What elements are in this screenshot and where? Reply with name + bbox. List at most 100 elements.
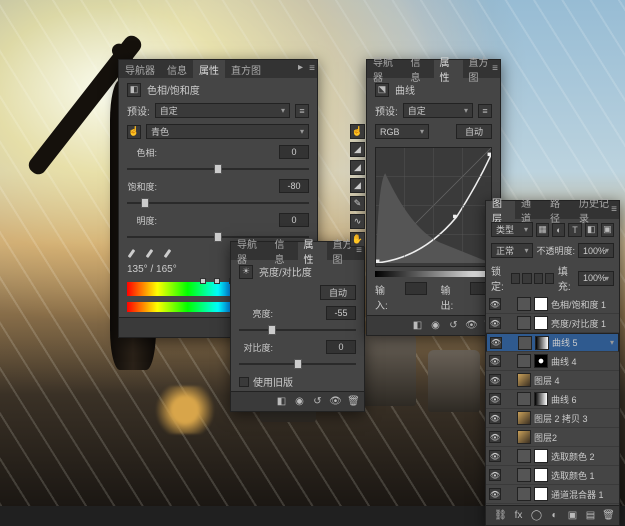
tab-channels[interactable]: 通道 [515,201,544,219]
layer-row[interactable]: 👁 通道混合器 1 [486,485,619,504]
preset-menu-icon[interactable]: ≡ [295,104,309,118]
panel-menu-icon[interactable]: ≡ [611,204,617,215]
eye-icon[interactable]: 👁 [489,412,501,424]
tab-info[interactable]: 信息 [269,242,298,260]
link-layers-icon[interactable]: ⛓ [494,509,507,522]
layer-row[interactable]: 👁 图层 2 拷贝 3 [486,409,619,428]
mask-icon[interactable]: ◯ [530,509,543,522]
color-range-select[interactable]: 青色 [146,124,309,139]
mask-thumb[interactable] [535,336,549,350]
brightness-slider[interactable] [239,324,356,336]
contrast-value[interactable]: 0 [326,340,356,354]
lock-transparent-icon[interactable] [511,273,520,284]
trash-icon[interactable]: 🗑 [602,509,615,522]
layer-name[interactable]: 图层2 [534,431,616,444]
targeted-icon[interactable]: ☝ [350,124,365,139]
clip-icon[interactable]: ◧ [411,319,424,332]
layer-row[interactable]: 👁 图层 4 [486,371,619,390]
layer-thumb[interactable] [518,336,532,350]
tab-histogram[interactable]: 直方图 [225,60,267,78]
brightness-value[interactable]: -55 [326,306,356,320]
layer-thumb[interactable] [517,468,531,482]
tab-layers[interactable]: 图层 [486,201,515,219]
mask-thumb[interactable] [534,354,548,368]
layer-row[interactable]: 👁 曲线 5 [486,333,619,352]
tab-navigator[interactable]: 导航器 [119,60,161,78]
eyedropper-gray-icon[interactable]: ◢ [350,160,365,175]
mask-thumb[interactable] [534,392,548,406]
targeted-adjust-icon[interactable]: ☝ [127,125,141,139]
new-layer-icon[interactable]: ▤ [584,509,597,522]
layer-thumb[interactable] [517,449,531,463]
hand-icon[interactable]: ✋ [350,232,365,247]
hue-slider[interactable] [127,163,309,175]
contrast-slider[interactable] [239,358,356,370]
clip-icon[interactable]: ◧ [275,395,288,408]
layer-name[interactable]: 图层 2 拷贝 3 [534,412,616,425]
input-value[interactable] [405,282,427,295]
tab-properties[interactable]: 属性 [434,60,463,78]
layer-row[interactable]: 👁曲线 4 [486,352,619,371]
layer-thumb[interactable] [517,487,531,501]
layer-row[interactable]: 👁曲线 6 [486,390,619,409]
eye-icon[interactable]: 👁 [489,374,501,386]
layer-row[interactable]: 👁 选取颜色 1 [486,466,619,485]
lock-pixels-icon[interactable] [522,273,531,284]
fill-select[interactable]: 100% [578,271,614,286]
view-previous-icon[interactable]: ◉ [429,319,442,332]
mask-thumb[interactable] [534,468,548,482]
eye-icon[interactable]: 👁 [489,488,501,500]
layer-name[interactable]: 通道混合器 1 [551,488,616,501]
lock-position-icon[interactable] [534,273,543,284]
adjustment-icon[interactable]: ◐ [548,509,561,522]
toggle-visibility-icon[interactable]: 👁 [329,395,342,408]
eye-icon[interactable]: 👁 [489,298,501,310]
layer-name[interactable]: 选取颜色 2 [551,450,616,463]
eye-icon[interactable]: 👁 [489,317,501,329]
eye-icon[interactable]: 👁 [489,450,501,462]
saturation-slider[interactable] [127,197,309,209]
tab-properties[interactable]: 属性 [193,60,225,78]
panel-menu-icon[interactable]: ≡ [492,63,498,74]
layer-name[interactable]: 曲线 6 [551,393,616,406]
layer-name[interactable]: 图层 4 [534,374,616,387]
preset-select[interactable]: 自定 [403,103,473,118]
lock-all-icon[interactable] [545,273,554,284]
layer-row[interactable]: 👁 亮度/对比度 1 [486,314,619,333]
layer-name[interactable]: 曲线 5 [552,336,615,349]
layer-thumb[interactable] [517,411,531,425]
layer-thumb[interactable] [517,392,531,406]
eyedropper-subtract-icon[interactable] [163,248,177,262]
opacity-select[interactable]: 100% [578,243,614,258]
trash-icon[interactable]: 🗑 [347,395,360,408]
tab-properties[interactable]: 属性 [298,242,327,260]
mask-thumb[interactable] [534,449,548,463]
legacy-checkbox[interactable] [239,377,249,387]
tab-info[interactable]: 信息 [161,60,193,78]
tab-navigator[interactable]: 导航器 [367,60,405,78]
eyedropper-white-icon[interactable]: ◢ [350,178,365,193]
eyedropper-add-icon[interactable] [145,248,159,262]
filter-kind-select[interactable]: 类型 [491,222,533,237]
eye-icon[interactable]: 👁 [490,337,502,349]
saturation-value[interactable]: -80 [279,179,309,193]
layer-thumb[interactable] [517,316,531,330]
eyedropper-icon[interactable] [127,248,141,262]
eye-icon[interactable]: 👁 [489,431,501,443]
reset-icon[interactable]: ↺ [311,395,324,408]
blend-mode-select[interactable]: 正常 [491,243,533,258]
preset-select[interactable]: 自定 [155,103,290,118]
layer-thumb[interactable] [517,373,531,387]
collapse-icon[interactable]: ▸ [298,62,303,73]
layer-row[interactable]: 👁色相/饱和度 1 [486,295,619,314]
layer-row[interactable]: 👁 图层2 [486,428,619,447]
panel-menu-icon[interactable]: ≡ [309,63,315,74]
layer-name[interactable]: 选取颜色 1 [551,469,616,482]
layer-row[interactable]: 👁 选取颜色 2 [486,447,619,466]
hue-value[interactable]: 0 [279,145,309,159]
mask-thumb[interactable] [534,487,548,501]
layer-name[interactable]: 亮度/对比度 1 [551,317,616,330]
fx-icon[interactable]: fx [512,509,525,522]
eye-icon[interactable]: 👁 [489,469,501,481]
auto-button[interactable]: 自动 [456,124,492,139]
